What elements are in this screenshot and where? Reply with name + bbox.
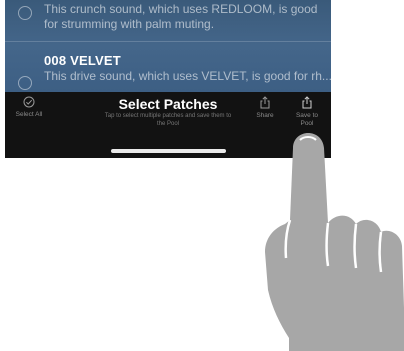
toolbar-title: Select Patches bbox=[118, 96, 218, 112]
share-button[interactable]: Share bbox=[251, 96, 279, 120]
patch-row[interactable]: 008 VELVET This drive sound, which uses … bbox=[5, 44, 331, 92]
patch-name: 008 VELVET bbox=[44, 53, 121, 68]
toolbar-subtitle: Tap to select multiple patches and save … bbox=[104, 113, 232, 127]
share-icon bbox=[302, 96, 312, 109]
patch-list[interactable]: This crunch sound, which uses REDLOOM, i… bbox=[5, 0, 331, 92]
check-circle-icon bbox=[23, 96, 35, 108]
home-indicator bbox=[111, 149, 226, 153]
save-to-pool-button[interactable]: Save to Pool bbox=[290, 96, 324, 128]
patch-description: This drive sound, which uses VELVET, is … bbox=[44, 69, 331, 83]
row-divider bbox=[5, 41, 331, 42]
select-all-button[interactable]: Select All bbox=[15, 96, 43, 119]
pointing-hand-icon bbox=[265, 133, 404, 351]
patch-description: This crunch sound, which uses REDLOOM, i… bbox=[44, 2, 318, 31]
select-all-label: Select All bbox=[15, 111, 43, 118]
tutorial-illustration: This crunch sound, which uses REDLOOM, i… bbox=[0, 0, 404, 351]
patch-row[interactable]: This crunch sound, which uses REDLOOM, i… bbox=[5, 0, 331, 36]
save-to-pool-label: Save to Pool bbox=[295, 112, 319, 127]
select-radio[interactable] bbox=[18, 76, 32, 90]
share-icon bbox=[260, 96, 270, 109]
select-radio[interactable] bbox=[18, 6, 32, 20]
share-label: Share bbox=[256, 112, 274, 119]
